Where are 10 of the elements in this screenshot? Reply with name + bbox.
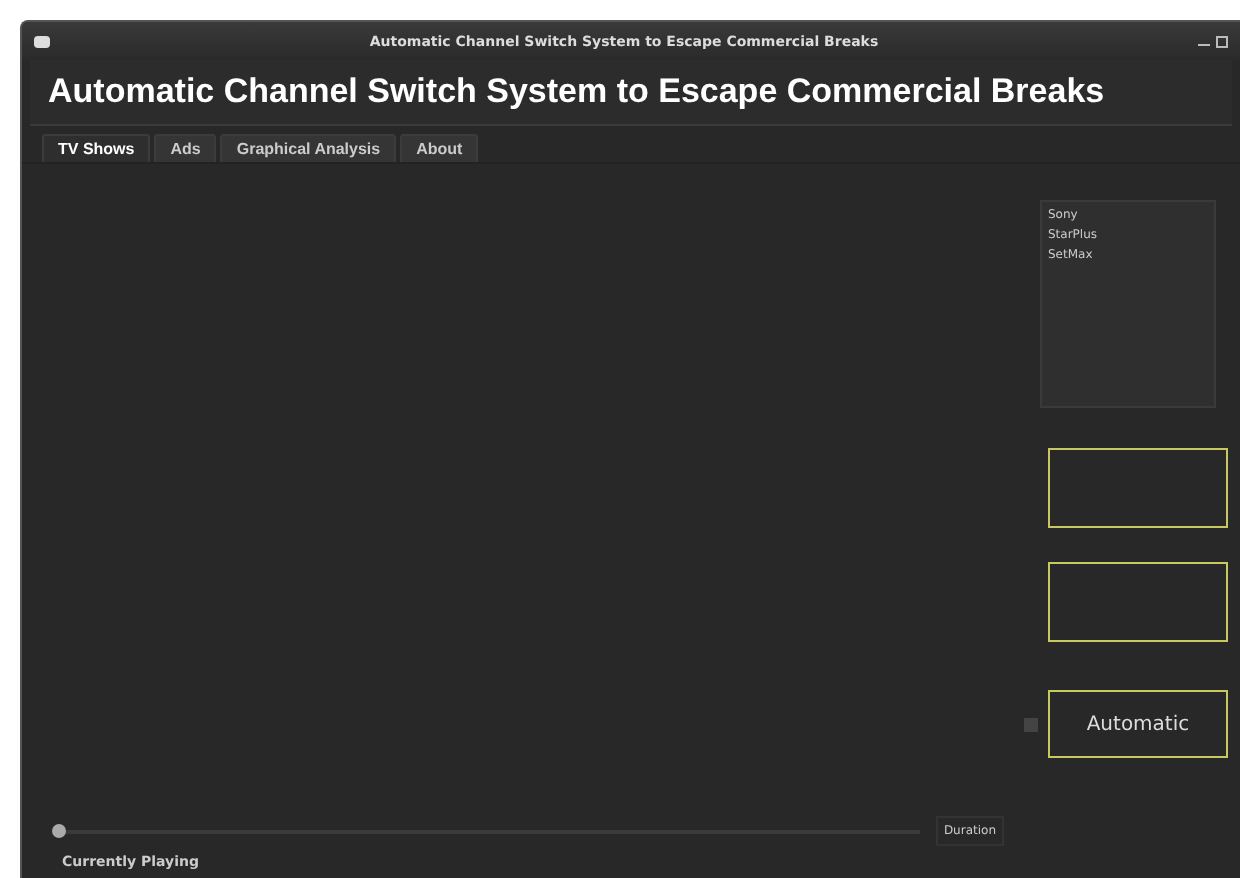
tab[interactable]: Graphical Analysis	[220, 134, 397, 162]
tab[interactable]: Ads	[154, 134, 217, 162]
app-icon	[34, 35, 50, 47]
automatic-button[interactable]: Automatic	[1048, 690, 1228, 758]
slider-thumb[interactable]	[52, 823, 66, 837]
checkbox[interactable]	[1024, 717, 1038, 731]
tab[interactable]: TV Shows	[42, 134, 151, 162]
app-title: Automatic Channel Switch System to Escape Commercial Breaks	[48, 72, 1105, 112]
tab[interactable]: About	[400, 134, 479, 162]
maximize-icon[interactable]	[1216, 35, 1228, 47]
